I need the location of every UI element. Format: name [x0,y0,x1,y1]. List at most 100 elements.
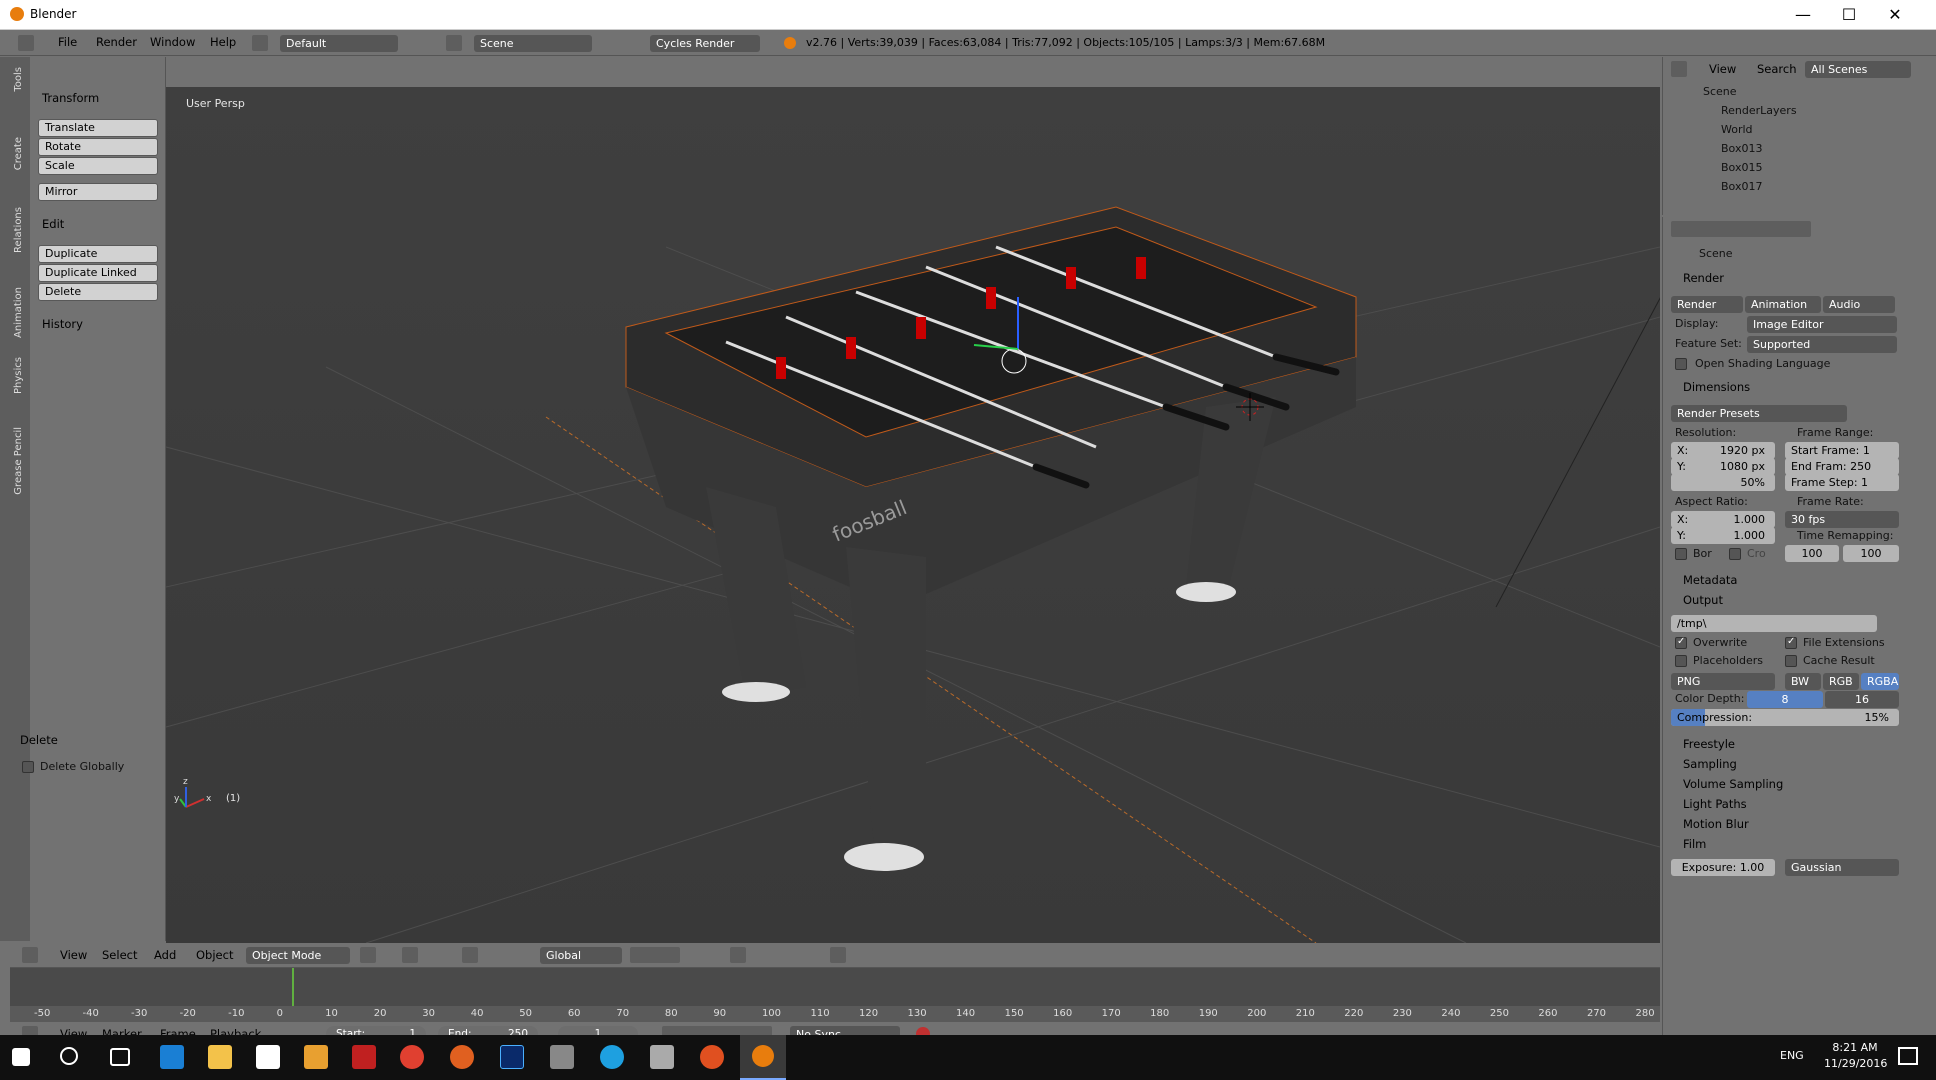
sampling-panel-title[interactable]: Sampling [1683,757,1737,771]
chrome-icon[interactable] [400,1045,424,1069]
clock-time[interactable]: 8:21 AM [1824,1041,1886,1054]
render-button[interactable]: Render [1671,296,1743,313]
media-icon[interactable] [304,1045,328,1069]
compression-slider[interactable]: Compression: 15% [1671,709,1899,726]
border-checkbox[interactable] [1675,548,1687,560]
layers-icon[interactable] [630,947,680,963]
photoshop-icon[interactable] [500,1045,524,1069]
edge-icon[interactable] [160,1045,184,1069]
tab-create[interactable]: Create [13,137,24,170]
file-extensions-checkbox[interactable] [1785,636,1797,649]
duplicate-button[interactable]: Duplicate [38,245,158,263]
depth-8-button[interactable]: 8 [1747,691,1823,708]
osl-checkbox[interactable] [1675,358,1687,370]
output-path-field[interactable]: /tmp\ [1671,615,1877,632]
clock-date[interactable]: 11/29/2016 [1824,1057,1887,1070]
aspect-x-field[interactable]: X: 1.000 [1671,511,1775,528]
edit-panel-title[interactable]: Edit [42,217,64,231]
outliner-item-box015[interactable]: Box015 [1721,161,1762,174]
volume-sampling-panel-title[interactable]: Volume Sampling [1683,777,1783,791]
start-icon[interactable] [12,1048,30,1066]
pivot-icon[interactable] [402,947,418,963]
render-panel-title[interactable]: Render [1683,271,1724,285]
menu-file[interactable]: File [58,35,77,49]
outliner-item-renderlayers[interactable]: RenderLayers [1721,104,1797,117]
blender-taskbar-button[interactable] [740,1035,786,1080]
tab-relations[interactable]: Relations [13,207,24,253]
screen-layout-icon[interactable] [252,35,268,51]
outliner-filter[interactable]: All Scenes [1805,61,1911,78]
manipulator-icon[interactable] [462,947,478,963]
render-icon[interactable] [830,947,846,963]
app-icon[interactable] [550,1045,574,1069]
search-icon[interactable] [60,1047,78,1065]
delete-globally-checkbox[interactable] [22,761,34,773]
cache-result-checkbox[interactable] [1785,655,1797,667]
tab-tools[interactable]: Tools [13,67,24,92]
menu-add[interactable]: Add [154,948,176,962]
display-select[interactable]: Image Editor [1747,316,1897,333]
crop-checkbox[interactable] [1729,548,1741,560]
overwrite-checkbox[interactable] [1675,636,1687,649]
aspect-y-field[interactable]: Y: 1.000 [1671,527,1775,544]
tab-grease-pencil[interactable]: Grease Pencil [13,427,24,495]
outliner-item-box017[interactable]: Box017 [1721,180,1762,193]
file-format-select[interactable]: PNG [1671,673,1775,690]
menu-object[interactable]: Object [196,948,233,962]
outliner-item-box013[interactable]: Box013 [1721,142,1762,155]
foosball-table-model[interactable]: foosball [625,206,1357,871]
acrobat-icon[interactable] [352,1045,376,1069]
dimensions-panel-title[interactable]: Dimensions [1683,380,1750,394]
translate-button[interactable]: Translate [38,119,158,137]
snap-icon[interactable] [730,947,746,963]
bw-button[interactable]: BW [1785,673,1821,690]
film-panel-title[interactable]: Film [1683,837,1706,851]
orientation-select[interactable]: Global [540,947,622,964]
delete-button[interactable]: Delete [38,283,158,301]
task-view-icon[interactable] [110,1048,130,1066]
light-paths-panel-title[interactable]: Light Paths [1683,797,1747,811]
res-x-field[interactable]: X: 1920 px [1671,442,1775,459]
mirror-button[interactable]: Mirror [38,183,158,201]
menu-help[interactable]: Help [210,35,236,49]
output-panel-title[interactable]: Output [1683,593,1723,607]
tab-physics[interactable]: Physics [13,357,24,394]
3d-viewport[interactable]: foosball x y z User Persp (1) [166,87,1660,943]
app-icon[interactable] [700,1045,724,1069]
minimize-button[interactable]: — [1780,0,1826,30]
render-engine-select[interactable]: Cycles Render [650,35,760,52]
menu-view[interactable]: View [1709,62,1736,76]
frame-rate-select[interactable]: 30 fps [1785,511,1899,528]
skype-icon[interactable] [600,1045,624,1069]
file-explorer-icon[interactable] [208,1045,232,1069]
menu-render[interactable]: Render [96,35,137,49]
notification-icon[interactable] [1898,1047,1918,1065]
rgb-button[interactable]: RGB [1823,673,1859,690]
remap-old-field[interactable]: 100 [1785,545,1839,562]
res-y-field[interactable]: Y: 1080 px [1671,458,1775,475]
menu-search[interactable]: Search [1757,62,1797,76]
scale-button[interactable]: Scale [38,157,158,175]
history-panel-title[interactable]: History [42,317,83,331]
editor-type-icon[interactable] [18,35,34,51]
render-presets-select[interactable]: Render Presets [1671,405,1847,422]
outliner-item-world[interactable]: World [1721,123,1753,136]
rotate-button[interactable]: Rotate [38,138,158,156]
exposure-field[interactable]: Exposure: 1.00 [1671,859,1775,876]
motion-blur-panel-title[interactable]: Motion Blur [1683,817,1749,831]
feature-set-select[interactable]: Supported [1747,336,1897,353]
metadata-panel-title[interactable]: Metadata [1683,573,1737,587]
close-button[interactable]: ✕ [1872,0,1918,30]
depth-16-button[interactable]: 16 [1825,691,1899,708]
frame-step-field[interactable]: Frame Step: 1 [1785,474,1899,491]
shading-icon[interactable] [360,947,376,963]
placeholders-checkbox[interactable] [1675,655,1687,667]
menu-select[interactable]: Select [102,948,137,962]
app-icon[interactable] [650,1045,674,1069]
end-frame-field[interactable]: End Fram: 250 [1785,458,1899,475]
animation-button[interactable]: Animation [1745,296,1821,313]
store-icon[interactable] [256,1045,280,1069]
rgba-button[interactable]: RGBA [1861,673,1899,690]
properties-context-tabs[interactable] [1671,221,1811,237]
mode-select[interactable]: Object Mode [246,947,350,964]
